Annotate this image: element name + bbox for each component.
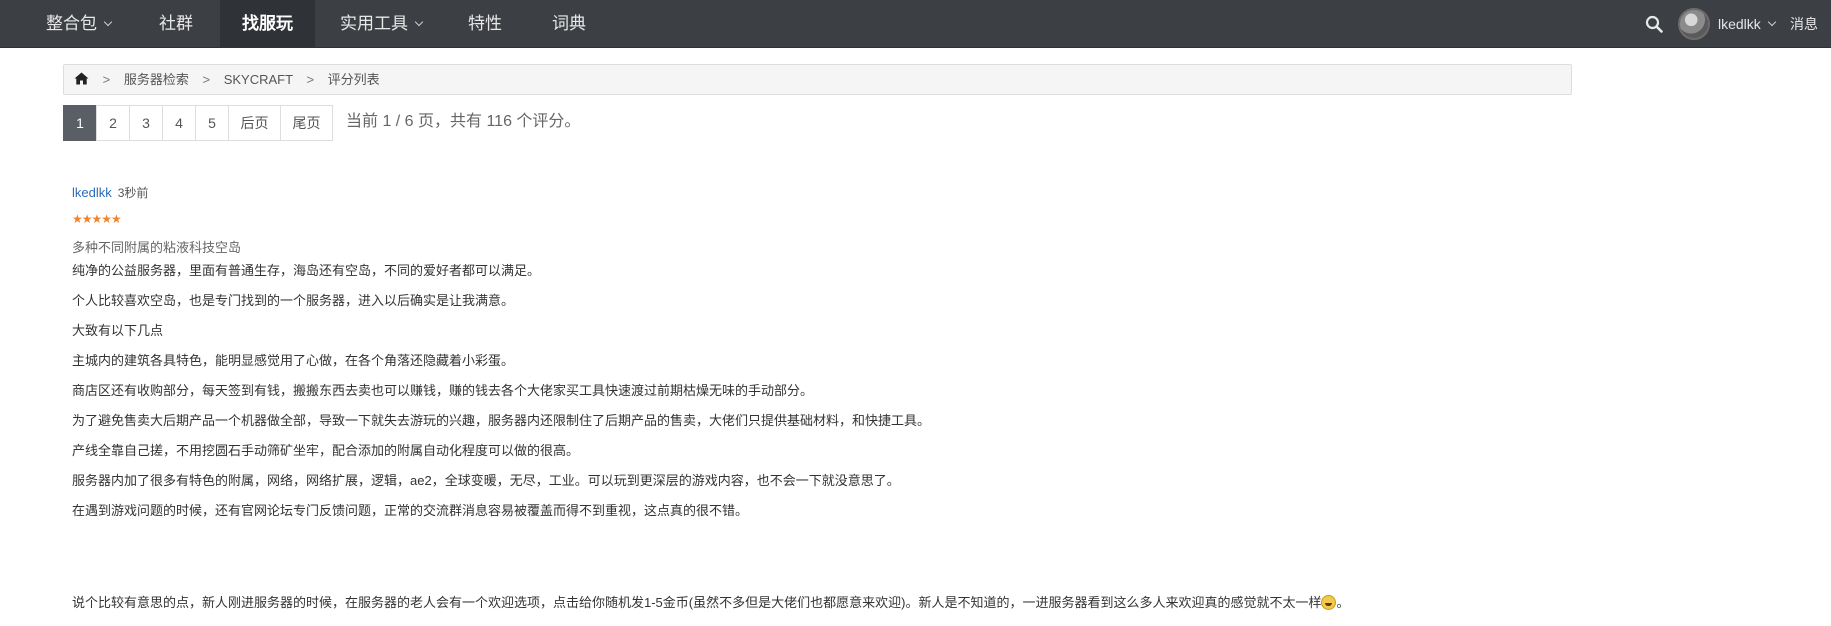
nav-label-community: 社群 [159,14,193,33]
page-button-4[interactable]: 4 [162,105,196,141]
nav-item-find-server[interactable]: 找服玩 [220,0,315,48]
nav-label-features: 特性 [468,14,502,33]
breadcrumb-separator: > [202,72,211,87]
top-navbar: 整合包 社群 找服玩 实用工具 特性 词典 lkedlkk 消息 0 [0,0,1831,80]
nav-item-modpacks[interactable]: 整合包 [24,0,133,48]
messages-count: 0 [1793,64,1801,80]
search-icon[interactable] [1645,15,1663,33]
last-page-button[interactable]: 尾页 [280,105,333,141]
review-paragraph: 产线全靠自己搓，不用挖圆石手动筛矿坐牢，配合添加的附属自动化程度可以做的很高。 [72,443,580,458]
nav-item-tools[interactable]: 实用工具 [318,0,444,48]
chevron-down-icon [103,17,113,27]
review-paragraph-text: 说个比较有意思的点，新人刚进服务器的时候，在服务器的老人会有一个欢迎选项，点击给… [72,595,1322,610]
breadcrumb-server-name[interactable]: SKYCRAFT [224,72,293,87]
breadcrumb-separator: > [102,72,111,87]
review-paragraph: 服务器内加了很多有特色的附属，网络，网络扩展，逻辑，ae2，全球变暖，无尽，工业… [72,473,900,488]
pagination: 1 2 3 4 5 后页 尾页 [63,105,333,141]
nav-item-dictionary[interactable]: 词典 [530,0,608,48]
page-button-2[interactable]: 2 [96,105,130,141]
grinning-emoji-icon [1321,595,1337,610]
review-paragraph: 在遇到游戏问题的时候，还有官网论坛专门反馈问题，正常的交流群消息容易被覆盖而得不… [72,503,749,518]
review-title: 多种不同附属的粘液科技空岛 [72,240,242,255]
chevron-down-icon [414,17,424,27]
messages-label: 消息 [1790,16,1818,32]
review-paragraph-last: 说个比较有意思的点，新人刚进服务器的时候，在服务器的老人会有一个欢迎选项，点击给… [72,592,1349,611]
review-author-link[interactable]: lkedlkk [72,185,112,200]
review-paragraph: 大致有以下几点 [72,323,164,338]
user-menu[interactable]: lkedlkk [1718,0,1777,48]
page-button-1[interactable]: 1 [63,105,97,141]
breadcrumb-server-search[interactable]: 服务器检索 [124,72,189,87]
breadcrumb: > 服务器检索 > SKYCRAFT > 评分列表 [63,64,1572,95]
review-paragraph: 为了避免售卖大后期产品一个机器做全部，导致一下就失去游玩的兴趣，服务器内还限制住… [72,413,931,428]
review-paragraph: 主城内的建筑各具特色，能明显感觉用了心做，在各个角落还隐藏着小彩蛋。 [72,353,515,368]
nav-label-modpacks: 整合包 [46,14,97,33]
nav-item-features[interactable]: 特性 [446,0,524,48]
pagination-info: 当前 1 / 6 页，共有 116 个评分。 [346,113,581,130]
breadcrumb-rating-list: 评分列表 [327,72,380,87]
rating-stars-icon: ★★★★★ [72,212,122,226]
review-paragraph: 个人比较喜欢空岛，也是专门找到的一个服务器，进入以后确实是让我满意。 [72,293,515,308]
home-icon[interactable] [74,72,89,85]
avatar[interactable] [1678,8,1710,40]
chevron-down-icon [1767,17,1777,27]
review-time: 3秒前 [117,186,149,200]
username-label: lkedlkk [1718,16,1761,32]
nav-label-tools: 实用工具 [340,14,408,33]
review-paragraph: 商店区还有收购部分，每天签到有钱，搬搬东西去卖也可以赚钱，赚的钱去各个大佬家买工… [72,383,814,398]
page-button-3[interactable]: 3 [129,105,163,141]
nav-item-community[interactable]: 社群 [137,0,215,48]
messages-link[interactable]: 消息 0 [1790,0,1831,80]
breadcrumb-separator: > [306,72,315,87]
page-button-5[interactable]: 5 [195,105,229,141]
nav-label-dictionary: 词典 [552,14,586,33]
review-paragraph: 纯净的公益服务器，里面有普通生存，海岛还有空岛，不同的爱好者都可以满足。 [72,263,541,278]
next-page-button[interactable]: 后页 [228,105,281,141]
review-paragraph-suffix: 。 [1336,595,1350,610]
nav-label-find-server: 找服玩 [242,14,293,33]
